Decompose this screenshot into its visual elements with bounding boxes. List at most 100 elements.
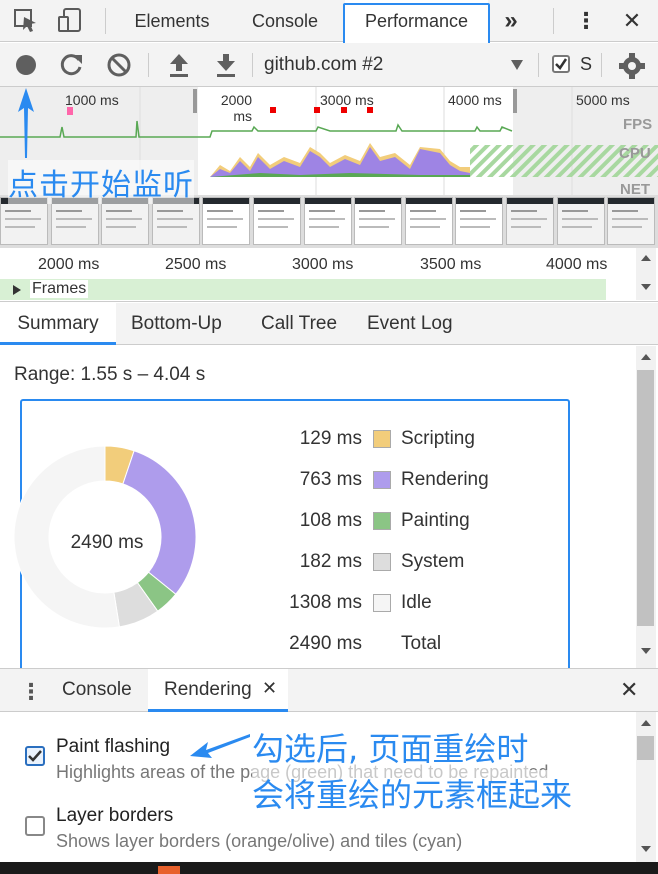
fps-track-label: FPS [623, 116, 653, 133]
checkmark-icon [28, 750, 42, 762]
flamechart-ruler: 2000 ms 2500 ms 3000 ms 3500 ms 4000 ms … [0, 247, 658, 302]
os-taskbar [0, 862, 658, 874]
paint-flashing-annotation-line1: 勾选后, 页面重绘时 [252, 724, 529, 770]
drawer-tab-rendering-label: Rendering [164, 679, 252, 700]
legend-label: Rendering [401, 469, 489, 490]
device-toolbar-icon[interactable] [58, 8, 84, 34]
toolbar-divider [553, 8, 554, 34]
legend-swatch [373, 594, 391, 612]
details-tabbar: Summary Bottom-Up Call Tree Event Log [0, 303, 658, 345]
overview-tick: 2000 ms [220, 92, 252, 124]
legend-label: Idle [401, 592, 432, 613]
flame-tick: 3000 ms [292, 256, 354, 273]
upload-icon[interactable] [167, 52, 191, 78]
drawer-scrollbar[interactable] [636, 712, 656, 862]
toolbar-divider [252, 53, 253, 77]
close-devtools-icon[interactable]: ✕ [618, 0, 646, 42]
toolbar-divider [538, 53, 539, 77]
start-recording-annotation: 点击开始监听 [8, 160, 194, 204]
flamechart-scrollbar[interactable] [636, 248, 656, 300]
pie-total-label: 2490 ms [70, 532, 144, 553]
drawer-menu-icon[interactable]: ⋮ [20, 679, 42, 705]
drawer-tab-rendering[interactable]: Rendering ✕ [148, 669, 288, 712]
layer-borders-checkbox[interactable] [25, 816, 45, 836]
summary-scrollbar[interactable] [636, 346, 656, 668]
legend-swatch [373, 553, 391, 571]
close-tab-icon[interactable]: ✕ [262, 678, 277, 699]
filmstrip-frame [607, 197, 656, 245]
cpu-track-label: CPU [619, 145, 651, 162]
close-drawer-icon[interactable]: ✕ [620, 677, 638, 703]
legend-row: 129 ms Scripting [270, 428, 530, 452]
scroll-arrows-icon [641, 720, 651, 852]
filmstrip-frame [506, 197, 554, 245]
tab-console[interactable]: Console [240, 0, 330, 42]
reload-record-icon[interactable] [59, 52, 85, 78]
settings-gear-icon[interactable] [618, 52, 646, 80]
scrollbar-thumb[interactable] [637, 736, 654, 760]
legend-value: 182 ms [299, 551, 362, 572]
legend-row: 1308 ms Idle [270, 592, 530, 616]
filmstrip-frame [556, 197, 605, 245]
legend-value: 129 ms [299, 428, 362, 449]
legend-label: Painting [401, 510, 470, 531]
overview-tick: 3000 ms [320, 92, 374, 108]
clear-icon[interactable] [106, 52, 132, 78]
filmstrip-frame [202, 197, 251, 245]
devtools-tabbar: Elements Console Performance » ⋮ ✕ [0, 0, 658, 52]
filmstrip-frame [0, 197, 48, 245]
tab-summary[interactable]: Summary [0, 303, 116, 345]
overview-tick: 4000 ms [448, 92, 502, 108]
filmstrip-frame [303, 197, 352, 245]
legend-label: System [401, 551, 465, 572]
scrollbar-thumb[interactable] [637, 370, 654, 626]
tab-bottom-up[interactable]: Bottom-Up [131, 303, 222, 345]
tab-call-tree[interactable]: Call Tree [261, 303, 337, 345]
filmstrip-frame [354, 197, 403, 245]
overview-tick: 5000 ms [576, 92, 630, 108]
layer-borders-description: Shows layer borders (orange/olive) and t… [56, 831, 463, 851]
legend-label: Total [401, 633, 442, 654]
profile-select-value: github.com #2 [264, 54, 384, 75]
filmstrip-frame [404, 197, 453, 245]
legend-value: 763 ms [299, 469, 362, 490]
scroll-arrows-icon [641, 255, 651, 290]
drawer-tab-console[interactable]: Console [62, 679, 132, 701]
legend-value: 108 ms [299, 510, 362, 531]
screenshots-label: S [580, 54, 593, 74]
tab-event-log[interactable]: Event Log [367, 303, 453, 345]
flame-tick: 4000 ms [546, 256, 608, 273]
filmstrip-frame [253, 197, 301, 245]
flame-tick: 3500 ms [420, 256, 482, 273]
paint-flashing-checkbox[interactable] [25, 746, 45, 766]
legend-value: 1308 ms [289, 592, 362, 613]
drawer-tabbar: ⋮ Console Rendering ✕ ✕ [0, 668, 658, 712]
kebab-menu-icon[interactable]: ⋮ [574, 0, 598, 42]
frames-track[interactable]: Frames [0, 279, 606, 300]
paint-flashing-annotation-line2: 会将重绘的元素框起来 [252, 770, 573, 816]
paint-flashing-title: Paint flashing [56, 736, 171, 757]
filmstrip-frame [455, 197, 504, 245]
record-icon[interactable] [14, 53, 38, 77]
filmstrip-frame [151, 197, 200, 245]
layer-borders-title: Layer borders [56, 805, 174, 826]
performance-toolbar: github.com #2 S [0, 43, 658, 87]
summary-legend: 129 ms Scripting 763 ms Rendering 108 ms Pain… [270, 428, 530, 668]
more-tabs-icon[interactable]: » [496, 0, 526, 42]
toolbar-divider [105, 8, 106, 34]
profile-select[interactable]: github.com #2 [258, 51, 530, 79]
legend-label: Scripting [401, 428, 475, 449]
download-icon[interactable] [214, 52, 238, 78]
arrow-up-annotation-icon [18, 88, 34, 158]
range-label: Range: 1.55 s – 4.04 s [14, 364, 206, 385]
legend-row: 182 ms System [270, 551, 530, 575]
screenshots-checkbox[interactable] [552, 55, 570, 73]
taskbar-app-icon[interactable] [158, 866, 180, 874]
legend-row: 763 ms Rendering [270, 469, 530, 493]
inspect-element-icon[interactable] [14, 9, 40, 33]
toolbar-divider [601, 53, 602, 77]
legend-swatch [373, 430, 391, 448]
filmstrip-frame [101, 197, 150, 245]
overview-tick: 1000 ms [65, 92, 119, 108]
tab-elements[interactable]: Elements [122, 0, 222, 42]
